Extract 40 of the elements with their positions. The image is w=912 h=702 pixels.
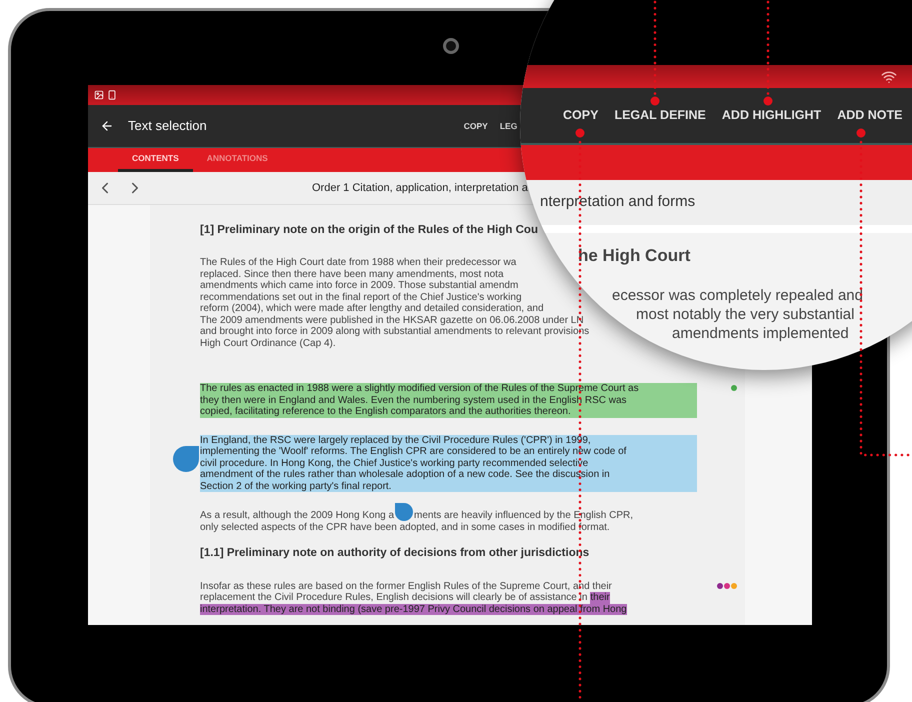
text-line: reform (2004), which were made after lengthy and detailed consideration, and <box>200 303 544 315</box>
text-line: The Rules of the High Court date from 1988 when their predecessor wa <box>200 257 516 269</box>
text-line: The rules as enacted in 1988 were a slightly modified version of the Rules of the Supreme Court as <box>200 383 639 395</box>
text-line: amendment of the rules rather than wholesale adoption of a new code. See the discussion in <box>200 469 610 481</box>
text-line: replaced. Since then there have been many amendments, most nota <box>200 268 504 280</box>
highlighted-text: interpretation. They are not binding (save pre-1997 Privy Council decisions on appeal from Hong <box>200 604 627 615</box>
toolbar-action[interactable]: ADD NOTE <box>837 106 902 125</box>
toolbar-action[interactable]: COPY <box>464 120 488 132</box>
text-line: High Court Ordinance (Cap 4). <box>200 338 336 350</box>
toolbar-action[interactable]: LEG <box>500 120 518 132</box>
section-heading: [1.1] Preliminary note on authority of decisions from other jurisdictions <box>200 546 590 562</box>
toolbar-title: Text selection <box>128 117 207 136</box>
image-icon <box>94 90 104 100</box>
text-line: In England, the RSC were largely replaced by the Civil Procedure Rules ('CPR') in 1999, <box>200 434 591 446</box>
text-line: most notably the very substantial <box>636 306 856 324</box>
toolbar-action[interactable]: LEGAL DEFINE <box>614 106 706 125</box>
text-line: amendments which came into force in 2009. Those substantial amendm <box>200 280 518 292</box>
wifi-icon <box>881 68 897 84</box>
back-icon[interactable] <box>100 119 114 133</box>
toolbar-action[interactable]: COPY <box>563 106 598 125</box>
text-line: recommendations set out in the final report of the Chief Justice's working <box>200 292 522 304</box>
text-line: civil procedure. In Hong Kong, the Chief Justice's working party recommended selective <box>200 458 588 470</box>
camera-icon <box>443 38 459 54</box>
text-line: ecessor was completely repealed and <box>612 286 864 304</box>
chapter-title: nterpretation and forms <box>540 192 696 212</box>
text-line: Section 2 of the working party's final report. <box>200 480 392 492</box>
text-line: ments are heavily influenced by the English CPR, <box>414 510 634 522</box>
selection-handle[interactable] <box>395 503 414 522</box>
chapter-title: Order 1 Citation, application, interpretation a <box>312 180 528 196</box>
text-line: As a result, although the 2009 Hong Kong a <box>200 510 394 522</box>
section-heading: [1] Preliminary note on the origin of the Rules of the High Cou <box>200 223 539 238</box>
highlighted-text: their <box>590 592 610 604</box>
toolbar-action[interactable]: ADD HIGHLIGHT <box>722 106 822 125</box>
text-line: amendments implemented <box>672 324 850 342</box>
text-line: they then were in England and Wales. Even the numbering system used in the English RSC was <box>200 394 627 406</box>
text-line: and brought into force in 2009 along with substantial amendments to relevant provisions <box>200 326 590 338</box>
text-line: copied, facilitating reference to the English comparators and the authorities thereon. <box>200 406 571 418</box>
text-line: implementing the 'Woolf' reforms. The English CPR are considered to be an entirely new code of <box>200 446 626 458</box>
phone-icon <box>107 90 117 100</box>
text-line: only selected aspects of the CPR have been adopted, and in some cases in modified format. <box>200 522 610 534</box>
